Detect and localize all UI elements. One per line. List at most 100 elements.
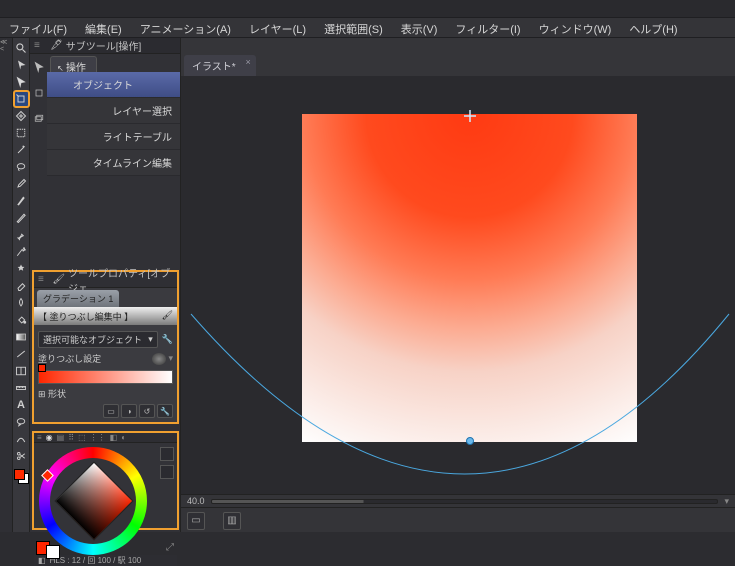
color-panel: ≡ ◉ ▤ ⠿ ⬚ ⋮⋮ ◧ ◐ ⤢ ◧ HLS : 12 / 回 1 xyxy=(32,431,179,530)
tool-property-tab[interactable]: グラデーション 1 xyxy=(37,290,119,307)
canvas-tab[interactable]: イラスト* × xyxy=(184,55,256,76)
subtool-title: サブツール[操作] xyxy=(66,38,142,53)
tool-move[interactable] xyxy=(14,57,29,73)
tool-balloon[interactable] xyxy=(14,414,29,430)
tp-btn-reset[interactable]: ↺ xyxy=(139,404,155,418)
tp-btn-2[interactable]: ◑ xyxy=(121,404,137,418)
subtool-mini-layerpick-icon[interactable] xyxy=(31,106,46,132)
canvas-viewport[interactable] xyxy=(181,76,735,494)
zoom-slider[interactable] xyxy=(211,499,719,504)
status-btn-timeline[interactable]: ▥ xyxy=(223,512,241,530)
tool-marquee[interactable] xyxy=(14,125,29,141)
swatch-sub-color[interactable] xyxy=(46,545,60,559)
menu-animation[interactable]: アニメーション(A) xyxy=(131,18,240,37)
tool-object[interactable] xyxy=(14,91,29,107)
gradient-bar[interactable] xyxy=(38,370,173,384)
menu-bar: ファイル(F) 編集(E) アニメーション(A) レイヤー(L) 選択範囲(S)… xyxy=(0,18,735,38)
tool-gradient[interactable] xyxy=(14,329,29,345)
color-tab-2[interactable]: ▤ xyxy=(57,433,65,442)
tool-decoration[interactable] xyxy=(14,261,29,277)
subtool-panel: ≡ 🖋 サブツール[操作] ↖ 操作 オブジェクト レイヤー選択 ライトテーブル xyxy=(30,38,180,176)
color-tab-3[interactable]: ⠿ xyxy=(68,433,74,442)
tool-layer-move[interactable] xyxy=(14,108,29,124)
fill-mode-icon[interactable] xyxy=(152,353,166,365)
subtool-header[interactable]: ≡ 🖋 サブツール[操作] xyxy=(30,38,180,54)
selectable-object-dropdown[interactable]: 選択可能なオブジェクト▾ xyxy=(38,331,158,348)
tool-airbrush[interactable] xyxy=(14,244,29,260)
color-footer-icon[interactable]: ◧ xyxy=(38,556,46,565)
menu-help[interactable]: ヘルプ(H) xyxy=(620,18,686,37)
menu-selection[interactable]: 選択範囲(S) xyxy=(315,18,392,37)
tool-blend[interactable] xyxy=(14,295,29,311)
menu-filter[interactable]: フィルター(I) xyxy=(446,18,529,37)
tool-property-editing: 【 塗りつぶし編集中 】 🖌 xyxy=(34,307,177,325)
tp-btn-1[interactable]: ▭ xyxy=(103,404,119,418)
shape-label: 形状 xyxy=(48,389,66,399)
color-panel-tabs[interactable]: ≡ ◉ ▤ ⠿ ⬚ ⋮⋮ ◧ ◐ xyxy=(34,433,177,443)
chevron-down-icon[interactable]: ▾ xyxy=(724,496,729,507)
title-bar xyxy=(0,0,735,18)
subtool-item-timeline-edit[interactable]: タイムライン編集 xyxy=(47,150,180,176)
color-mode-toggle-1[interactable] xyxy=(160,447,174,461)
tool-wand[interactable] xyxy=(14,142,29,158)
tool-property-panel: ≡ 🖌 ツールプロパティ[オブジェ グラデーション 1 【 塗りつぶし編集中 】… xyxy=(32,270,179,424)
palette-collapse-strip[interactable]: ≪ < xyxy=(0,38,13,532)
tool-zoom[interactable] xyxy=(14,40,29,56)
color-tab-6[interactable]: ◧ xyxy=(110,433,118,442)
canvas[interactable] xyxy=(302,114,637,442)
color-tab-wheel[interactable]: ◉ xyxy=(46,433,53,442)
menu-view[interactable]: 表示(V) xyxy=(392,18,447,37)
swatch-main-color[interactable] xyxy=(14,469,25,480)
color-tab-5[interactable]: ⋮⋮ xyxy=(90,433,106,442)
subtool-item-object[interactable]: オブジェクト xyxy=(47,72,180,98)
canvas-tab-label: イラスト* xyxy=(192,62,236,73)
tool-pencil[interactable] xyxy=(14,210,29,226)
color-readout: HLS : 12 / 回 100 / 駅 100 xyxy=(50,555,142,566)
subtool-mini-cursor-icon[interactable] xyxy=(31,54,46,80)
fill-settings-label: 塗りつぶし設定 xyxy=(38,352,101,365)
canvas-tab-bar: イラスト* × xyxy=(181,58,735,76)
menu-file[interactable]: ファイル(F) xyxy=(0,18,76,37)
tool-figure[interactable] xyxy=(14,346,29,362)
menu-window[interactable]: ウィンドウ(W) xyxy=(530,18,621,37)
gradient-fill-object[interactable] xyxy=(302,114,637,442)
subtool-mini-object-icon[interactable] xyxy=(31,80,46,106)
tool-eyedropper[interactable] xyxy=(14,176,29,192)
toolbox-color-swatches[interactable] xyxy=(14,469,29,491)
tool-property-header[interactable]: ≡ 🖌 ツールプロパティ[オブジェ xyxy=(34,272,177,288)
color-tab-4[interactable]: ⬚ xyxy=(78,433,86,442)
color-panel-swatches[interactable] xyxy=(36,541,60,555)
tp-btn-wrench[interactable]: 🔧 xyxy=(157,404,173,418)
menu-edit[interactable]: 編集(E) xyxy=(76,18,131,37)
hamburger-icon[interactable]: ≡ xyxy=(38,274,48,285)
tool-eraser[interactable] xyxy=(14,278,29,294)
tool-ruler[interactable] xyxy=(14,380,29,396)
tool-text[interactable]: A xyxy=(14,397,29,413)
hamburger-icon[interactable]: ≡ xyxy=(37,433,42,442)
toolbox: A xyxy=(13,38,30,532)
status-bar: 40.0 ▾ ▭ ▥ xyxy=(181,494,735,532)
subtool-item-light-table[interactable]: ライトテーブル xyxy=(47,124,180,150)
subtool-item-layer-select[interactable]: レイヤー選択 xyxy=(47,98,180,124)
tool-lasso[interactable] xyxy=(14,159,29,175)
tool-brush[interactable] xyxy=(14,227,29,243)
left-panel-column: ≡ 🖋 サブツール[操作] ↖ 操作 オブジェクト レイヤー選択 ライトテーブル xyxy=(30,38,181,532)
tool-correct-line[interactable] xyxy=(14,431,29,447)
tool-frame[interactable] xyxy=(14,363,29,379)
menu-layer[interactable]: レイヤー(L) xyxy=(240,18,315,37)
color-tab-7[interactable]: ◐ xyxy=(121,433,126,442)
wrench-icon[interactable]: 🔧 xyxy=(162,334,173,345)
main-area: イラスト* × 40.0 ▾ ▭ ▥ xyxy=(181,38,735,532)
chevron-down-icon[interactable]: ▾ xyxy=(168,353,173,364)
status-btn-nav[interactable]: ▭ xyxy=(187,512,205,530)
zoom-readout: 40.0 xyxy=(187,496,205,506)
tool-pen[interactable] xyxy=(14,193,29,209)
tool-fill[interactable] xyxy=(14,312,29,328)
color-mode-toggle-2[interactable] xyxy=(160,465,174,479)
expand-icon[interactable]: ⤢ xyxy=(166,542,174,553)
chevron-down-icon: ▾ xyxy=(148,334,153,345)
tool-cursor[interactable] xyxy=(14,74,29,90)
hamburger-icon[interactable]: ≡ xyxy=(34,40,46,51)
tool-scissors[interactable] xyxy=(14,448,29,464)
close-icon[interactable]: × xyxy=(245,57,250,67)
